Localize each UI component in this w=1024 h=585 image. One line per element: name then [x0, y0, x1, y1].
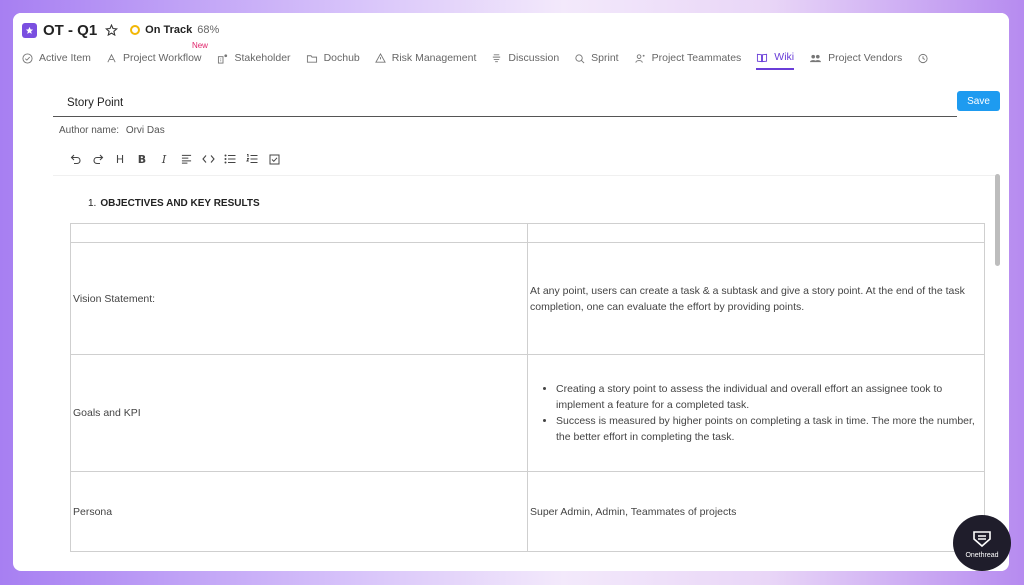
- code-icon[interactable]: [197, 150, 219, 168]
- project-badge-icon: [22, 22, 37, 38]
- list-item: Success is measured by higher points on …: [556, 413, 982, 445]
- tab-label: Wiki: [774, 51, 795, 63]
- wiki-editor: Save Author name: Orvi Das H B I: [53, 79, 1007, 571]
- heading-icon[interactable]: H: [109, 150, 131, 168]
- save-button[interactable]: Save: [957, 91, 1000, 111]
- tab-label: Project Vendors: [828, 52, 903, 64]
- align-icon[interactable]: [175, 150, 197, 168]
- tab-project-teammates[interactable]: Project Teammates: [634, 46, 742, 70]
- checklist-icon[interactable]: [263, 150, 285, 168]
- tab-more[interactable]: [917, 46, 935, 70]
- table-cell[interactable]: Persona: [70, 471, 528, 552]
- tab-label: Project Teammates: [651, 52, 742, 64]
- redo-icon[interactable]: [87, 150, 109, 168]
- tab-dochub[interactable]: Dochub: [306, 46, 360, 70]
- bullet-list-icon[interactable]: [219, 150, 241, 168]
- tab-project-workflow[interactable]: Project Workflow New: [106, 41, 208, 70]
- status-text[interactable]: On Track: [145, 24, 192, 36]
- folder-icon: [306, 54, 317, 63]
- editor-toolbar: H B I: [65, 150, 285, 168]
- status-dot-icon: [130, 25, 141, 35]
- tab-label: Stakeholder: [234, 52, 291, 64]
- table-cell[interactable]: Vision Statement:: [70, 242, 528, 355]
- list-item: Creating a story point to assess the ind…: [556, 381, 982, 413]
- heading-text: OBJECTIVES AND KEY RESULTS: [100, 198, 260, 209]
- tab-discussion[interactable]: Discussion: [491, 46, 559, 70]
- tab-stakeholder[interactable]: Stakeholder: [217, 46, 291, 70]
- check-circle-icon: [22, 52, 33, 64]
- risk-icon: [374, 52, 386, 63]
- teammates-icon: [635, 53, 645, 63]
- tab-active-item[interactable]: Active Item: [22, 46, 91, 70]
- author-name: Orvi Das: [125, 125, 165, 136]
- project-title-row: OT - Q1 On Track 68%: [22, 20, 219, 40]
- tab-label: Dochub: [323, 52, 360, 64]
- table-row: Goals and KPI Creating a story point to …: [70, 354, 985, 472]
- tab-label: Project Workflow: [122, 52, 202, 64]
- tab-label: Discussion: [508, 52, 560, 64]
- onethread-logo: Onethread: [953, 515, 1011, 571]
- table-cell[interactable]: [527, 223, 985, 243]
- project-tabs: Active Item Project Workflow New Stakeho…: [22, 41, 950, 70]
- progress-percent: 68%: [197, 24, 220, 36]
- tab-wiki[interactable]: Wiki: [756, 46, 795, 70]
- more-tab-icon: [918, 53, 928, 63]
- new-badge: New: [191, 41, 208, 50]
- table-cell[interactable]: Creating a story point to assess the ind…: [527, 354, 985, 472]
- onethread-logo-icon: [973, 530, 991, 547]
- brand-name: Onethread: [965, 551, 999, 559]
- bullet-list: Creating a story point to assess the ind…: [530, 381, 982, 445]
- stakeholder-icon: [217, 53, 227, 64]
- discussion-icon: [493, 53, 501, 62]
- bold-icon[interactable]: B: [131, 150, 153, 168]
- author-label: Author name:: [59, 125, 120, 136]
- sprint-icon: [575, 53, 585, 63]
- table-cell[interactable]: Goals and KPI: [70, 354, 528, 472]
- table-cell[interactable]: [70, 223, 528, 243]
- wiki-title-input[interactable]: [53, 89, 957, 117]
- table-row: [70, 223, 985, 243]
- numbered-list-icon[interactable]: [241, 150, 263, 168]
- table-row: Persona Super Admin, Admin, Teammates of…: [70, 471, 985, 552]
- tab-label: Active Item: [39, 52, 91, 64]
- table-cell[interactable]: Super Admin, Admin, Teammates of project…: [527, 471, 985, 552]
- project-title[interactable]: OT - Q1: [43, 22, 97, 39]
- workflow-icon: [107, 53, 116, 62]
- tab-risk-management[interactable]: Risk Management: [374, 46, 477, 70]
- star-icon[interactable]: [105, 23, 119, 37]
- heading-number: 1.: [88, 198, 97, 209]
- vendors-icon: [810, 54, 822, 62]
- tab-label: Sprint: [591, 52, 619, 64]
- section-heading: 1. OBJECTIVES AND KEY RESULTS: [88, 198, 260, 209]
- okr-table: Vision Statement: At any point, users ca…: [70, 223, 985, 552]
- tab-label: Risk Management: [391, 52, 477, 64]
- document-body[interactable]: 1. OBJECTIVES AND KEY RESULTS Vision Stat…: [53, 175, 999, 571]
- table-row: Vision Statement: At any point, users ca…: [70, 242, 985, 355]
- author-line: Author name: Orvi Das: [59, 125, 165, 136]
- table-cell[interactable]: At any point, users can create a task & …: [527, 242, 985, 355]
- tab-project-vendors[interactable]: Project Vendors: [809, 46, 902, 70]
- project-header: OT - Q1 On Track 68% Active Item Project…: [13, 13, 1009, 78]
- italic-icon[interactable]: I: [153, 150, 175, 168]
- book-icon: [757, 53, 768, 62]
- app-window: OT - Q1 On Track 68% Active Item Project…: [13, 13, 1009, 571]
- vertical-scrollbar[interactable]: [995, 174, 1000, 266]
- tab-sprint[interactable]: Sprint: [574, 46, 619, 70]
- undo-icon[interactable]: [65, 150, 87, 168]
